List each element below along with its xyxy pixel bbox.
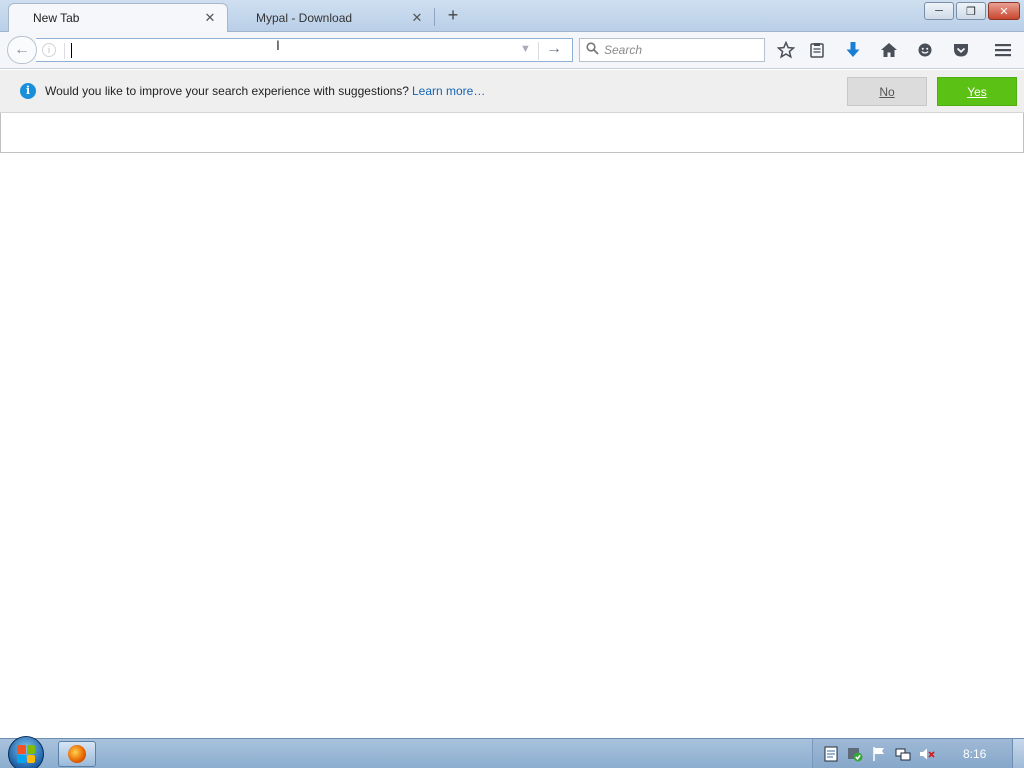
back-button[interactable]: ← (7, 36, 37, 64)
mouse-ibeam-cursor: I (276, 37, 280, 53)
action-center-flag-icon[interactable] (871, 746, 887, 762)
tab-title: Mypal - Download (256, 10, 353, 25)
tab-mypal-download[interactable]: Mypal - Download ✕ (232, 3, 434, 32)
taskbar-clock[interactable]: 8:16 (963, 747, 986, 761)
page-content (0, 153, 1024, 738)
security-check-tray-icon[interactable] (847, 746, 863, 762)
divider (64, 43, 65, 59)
windows-taskbar: 8:16 (0, 736, 1024, 768)
social-icon[interactable] (914, 40, 936, 60)
close-icon[interactable]: ✕ (203, 11, 217, 25)
window-controls: ─ ❐ ✕ (924, 2, 1020, 20)
tab-separator (434, 8, 435, 26)
site-identity-icon[interactable]: i (42, 43, 56, 57)
tab-strip: New Tab ✕ Mypal - Download ✕ + ─ ❐ ✕ (0, 0, 1024, 32)
document-tray-icon[interactable] (823, 746, 839, 762)
infobar-message-text: Would you like to improve your search ex… (45, 84, 409, 98)
reading-list-icon[interactable] (806, 40, 828, 60)
url-bar[interactable]: i ▼ → (36, 38, 573, 62)
system-tray: 8:16 (812, 739, 1024, 768)
download-icon[interactable] (842, 40, 864, 60)
close-icon[interactable]: ✕ (410, 10, 424, 25)
no-button[interactable]: No (847, 77, 927, 106)
firefox-taskbar-button[interactable] (58, 741, 96, 767)
content-top-strip (0, 113, 1024, 153)
info-icon: i (20, 83, 36, 99)
history-dropdown-icon[interactable]: ▼ (520, 43, 531, 55)
close-window-button[interactable]: ✕ (988, 2, 1020, 20)
search-suggestions-infobar: i Would you like to improve your search … (0, 70, 1024, 113)
show-desktop-button[interactable] (1012, 739, 1024, 768)
divider (538, 42, 539, 60)
search-bar[interactable] (579, 38, 765, 62)
search-icon (586, 42, 599, 58)
bookmark-star-icon[interactable] (775, 40, 797, 60)
search-input[interactable] (604, 42, 759, 58)
yes-button[interactable]: Yes (937, 77, 1017, 106)
learn-more-link[interactable]: Learn more… (412, 84, 485, 98)
nav-bar: i ▼ → ← (0, 32, 1024, 69)
pocket-icon[interactable] (950, 40, 972, 60)
infobar-message: Would you like to improve your search ex… (45, 84, 485, 98)
windows-logo-icon (17, 745, 35, 763)
tab-title: New Tab (33, 11, 80, 25)
network-tray-icon[interactable] (895, 746, 911, 762)
new-tab-button[interactable]: + (443, 5, 463, 25)
menu-icon[interactable] (992, 40, 1014, 60)
restore-button[interactable]: ❐ (956, 2, 986, 20)
url-input[interactable] (68, 41, 508, 59)
home-icon[interactable] (878, 40, 900, 60)
go-arrow-icon[interactable]: → (546, 40, 562, 58)
text-caret (71, 43, 72, 58)
minimize-button[interactable]: ─ (924, 2, 954, 20)
firefox-app-icon (68, 745, 86, 763)
start-button[interactable] (8, 736, 44, 768)
tab-new-tab[interactable]: New Tab ✕ (8, 3, 228, 32)
volume-muted-icon[interactable] (919, 746, 935, 762)
